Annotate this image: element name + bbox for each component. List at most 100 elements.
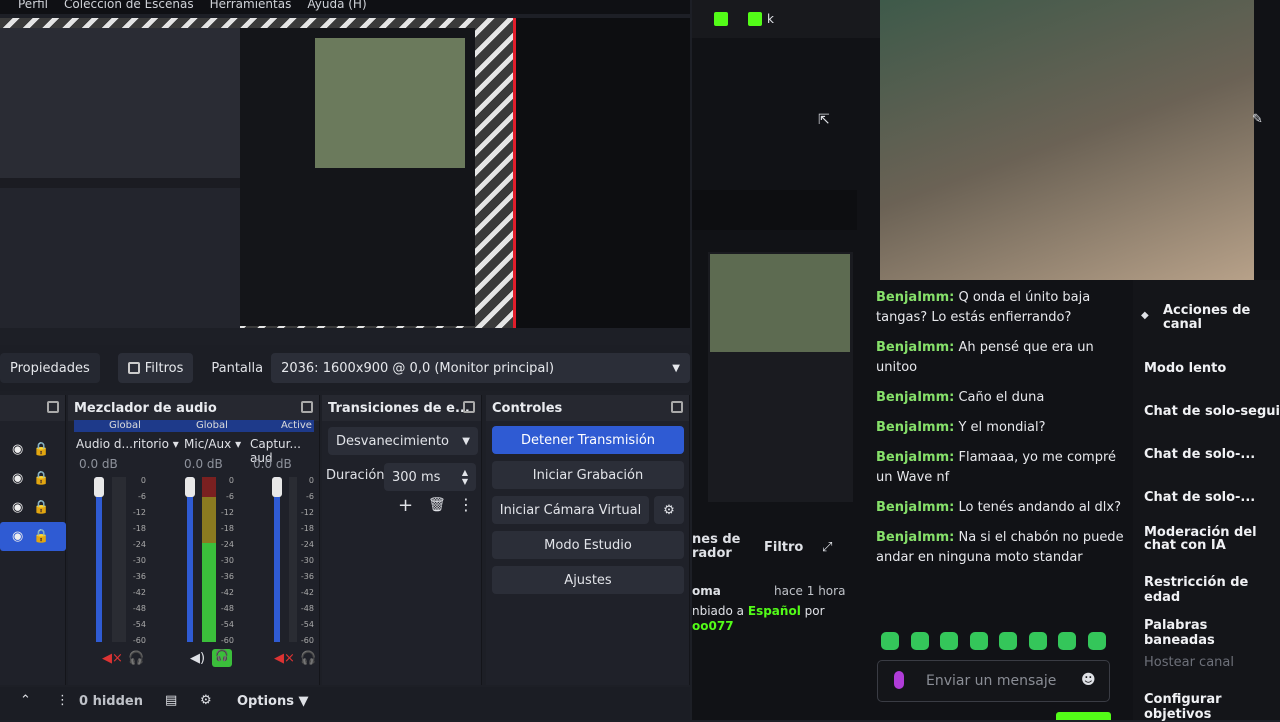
- chevron-up-icon[interactable]: ⌃: [20, 693, 31, 708]
- source-row[interactable]: ◉ 🔒: [0, 464, 66, 493]
- menu-ayuda[interactable]: Ayuda (H): [307, 0, 366, 11]
- action-banned-words[interactable]: Palabras baneadas: [1144, 618, 1280, 648]
- chat-username[interactable]: BenjaImm:: [876, 450, 954, 465]
- action-slow-mode[interactable]: Modo lento: [1144, 361, 1226, 376]
- eye-icon[interactable]: ◉: [12, 522, 23, 551]
- channel-name[interactable]: Audio d...ritorio ▾: [76, 437, 179, 451]
- undock-icon[interactable]: [301, 401, 313, 413]
- menu-herramientas[interactable]: Herramientas: [210, 0, 292, 11]
- volume-knob[interactable]: [185, 477, 195, 497]
- chat-username[interactable]: BenjaImm:: [876, 500, 954, 515]
- settings-small-icon[interactable]: ⚙: [200, 693, 212, 708]
- emote-icon[interactable]: [940, 632, 958, 650]
- hidden-count: 0 hidden: [79, 694, 143, 709]
- action-goals[interactable]: Configurar objetivos: [1144, 692, 1280, 722]
- expand-icon[interactable]: ⤢: [822, 540, 832, 555]
- channel-name[interactable]: Mic/Aux ▾: [184, 437, 241, 451]
- volume-knob[interactable]: [94, 477, 104, 497]
- eye-icon[interactable]: ◉: [12, 435, 23, 464]
- action-subs-only-2[interactable]: Chat de solo-...: [1144, 490, 1255, 505]
- display-select[interactable]: 2036: 1600x900 @ 0,0 (Monitor principal)…: [271, 353, 690, 383]
- undock-icon[interactable]: [463, 401, 475, 413]
- preview-canvas[interactable]: [0, 18, 690, 328]
- volume-slider[interactable]: [274, 477, 280, 642]
- emoji-picker-icon[interactable]: ☻: [1081, 672, 1096, 688]
- transition-select[interactable]: Desvanecimiento ▼: [328, 427, 478, 455]
- volume-slider[interactable]: [187, 477, 193, 642]
- scale-tick: -60: [300, 636, 314, 645]
- lock-icon[interactable]: 🔒: [33, 493, 49, 522]
- emote-icon[interactable]: [1058, 632, 1076, 650]
- action-ai-moderation[interactable]: Moderación del chat con IA: [1144, 526, 1280, 552]
- filter-button[interactable]: Filtro: [764, 540, 803, 555]
- stepper-arrows-icon[interactable]: ▲ ▼: [462, 468, 468, 486]
- chat-username[interactable]: BenjaImm:: [876, 390, 954, 405]
- speaker-icon[interactable]: ◀): [190, 651, 205, 666]
- studio-mode-button[interactable]: Modo Estudio: [492, 531, 684, 559]
- source-row-selected[interactable]: ◉ 🔒: [0, 522, 66, 551]
- emote-icon[interactable]: [970, 632, 988, 650]
- lock-icon[interactable]: 🔒: [33, 435, 49, 464]
- add-icon[interactable]: +: [398, 495, 413, 516]
- menu-perfil[interactable]: Perfil: [18, 0, 48, 11]
- lock-icon[interactable]: 🔒: [33, 464, 49, 493]
- gear-icon[interactable]: ⚙: [654, 496, 684, 524]
- chat-username[interactable]: BenjaImm:: [876, 530, 954, 545]
- chat-username[interactable]: BenjaImm:: [876, 340, 954, 355]
- headphones-icon[interactable]: 🎧: [300, 651, 316, 666]
- filters-button[interactable]: Filtros: [117, 353, 194, 383]
- emote-icon[interactable]: [999, 632, 1017, 650]
- properties-button[interactable]: Propiedades: [0, 353, 100, 383]
- action-followers-only[interactable]: Chat de solo-seguido: [1144, 404, 1280, 419]
- source-row[interactable]: ◉ 🔒: [0, 493, 66, 522]
- eye-icon[interactable]: ◉: [12, 464, 23, 493]
- emote-icon[interactable]: [911, 632, 929, 650]
- popout-icon[interactable]: ⇱: [818, 112, 830, 128]
- start-recording-button[interactable]: Iniciar Grabación: [492, 461, 684, 489]
- undock-icon[interactable]: [47, 401, 59, 413]
- undock-icon[interactable]: [671, 401, 683, 413]
- emote-icon[interactable]: [881, 632, 899, 650]
- action-subs-only[interactable]: Chat de solo-...: [1144, 447, 1255, 462]
- options-button[interactable]: Options ▼: [237, 694, 308, 709]
- volume-knob[interactable]: [272, 477, 282, 497]
- chat-input[interactable]: Enviar un mensaje ☻: [877, 660, 1110, 702]
- emote-icon[interactable]: [1088, 632, 1106, 650]
- scale-tick: -18: [220, 524, 234, 533]
- settings-button[interactable]: Ajustes: [492, 566, 684, 594]
- scale-tick: -48: [132, 604, 146, 613]
- send-button[interactable]: [1056, 712, 1111, 720]
- muted-speaker-icon[interactable]: ◀×: [102, 651, 123, 666]
- emote-icon[interactable]: [1029, 632, 1047, 650]
- edit-icon[interactable]: ✎: [1252, 112, 1263, 127]
- channel-name-text: Mic/Aux: [184, 437, 232, 451]
- chat-message: BenjaImm: Na si el chabón no puede andar…: [876, 528, 1126, 568]
- menu-coleccion-escenas[interactable]: Colección de Escenas: [64, 0, 194, 11]
- layout-icon[interactable]: ▤: [165, 693, 177, 708]
- trash-icon[interactable]: 🗑: [428, 497, 446, 513]
- start-virtualcam-button[interactable]: Iniciar Cámara Virtual: [492, 496, 649, 524]
- volume-slider[interactable]: [96, 477, 102, 642]
- monitor-headphones-icon[interactable]: 🎧: [212, 649, 232, 667]
- microphone-icon[interactable]: [894, 671, 904, 689]
- scale-tick: -6: [306, 492, 314, 501]
- action-age-restriction[interactable]: Restricción de edad: [1144, 575, 1280, 605]
- properties-bar: Propiedades Filtros Pantalla 2036: 1600x…: [0, 345, 690, 391]
- chat-username[interactable]: BenjaImm:: [876, 290, 954, 305]
- more-vertical-icon[interactable]: ⋮: [458, 495, 474, 514]
- lock-icon[interactable]: 🔒: [33, 522, 49, 551]
- more-vertical-icon[interactable]: ⋮: [56, 693, 69, 708]
- headphones-icon[interactable]: 🎧: [128, 651, 144, 666]
- chevron-down-icon: ▼: [462, 435, 470, 447]
- eye-icon[interactable]: ◉: [12, 493, 23, 522]
- bottom-toolbar: ⌃ ⋮ 0 hidden ▤ ⚙ Options ▼: [0, 687, 690, 720]
- controls-dock: Controles Detener Transmisión Iniciar Gr…: [486, 395, 690, 685]
- display-label: Pantalla: [211, 360, 264, 376]
- stop-streaming-button[interactable]: Detener Transmisión: [492, 426, 684, 454]
- dimmed-area: [692, 190, 857, 230]
- chat-username[interactable]: BenjaImm:: [876, 420, 954, 435]
- source-row[interactable]: ◉ 🔒: [0, 435, 66, 464]
- duration-stepper[interactable]: 300 ms ▲ ▼: [384, 463, 476, 491]
- scale-tick: -30: [132, 556, 146, 565]
- muted-speaker-icon[interactable]: ◀×: [274, 651, 295, 666]
